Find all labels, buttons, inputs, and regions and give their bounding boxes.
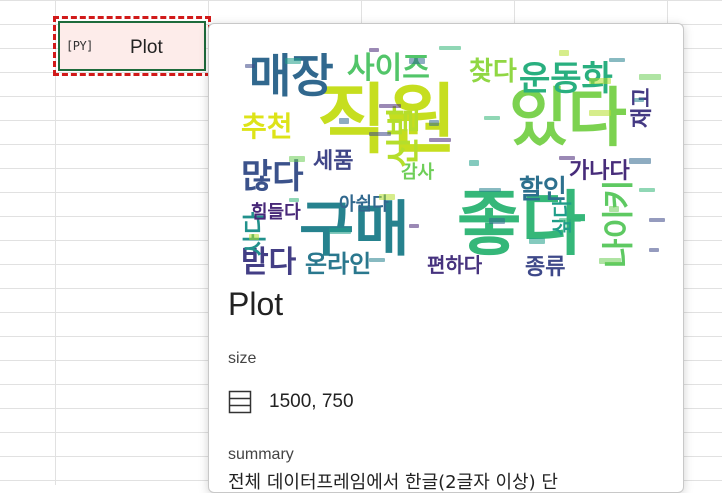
wordcloud-word: 신발: [384, 105, 424, 168]
wordcloud-small-word: [369, 48, 379, 52]
wordcloud-small-word: [289, 198, 299, 202]
wordcloud-small-word: [369, 132, 391, 136]
plot-preview-card: 직원 있다 좋다 구매 매장 사이즈 운동화 찾다 추천 많다 세품 할인 가나다 받다 온라인 종류 편하다 나…: [208, 23, 684, 493]
card-title: Plot: [228, 286, 284, 322]
wordcloud-small-word: [379, 104, 401, 108]
wordcloud-small-word: [559, 50, 569, 56]
wordcloud-small-word: [429, 138, 451, 142]
wordcloud-small-word: [559, 156, 575, 160]
wordcloud-word: 온라인: [305, 250, 371, 278]
python-plot-cell[interactable]: [PY] Plot: [58, 21, 206, 71]
wordcloud-small-word: [609, 58, 625, 62]
wordcloud-small-word: [409, 224, 419, 228]
selected-cell[interactable]: [PY] Plot: [53, 16, 211, 76]
wordcloud-small-word: [639, 188, 655, 192]
wordcloud-word: 싶다: [550, 199, 574, 236]
wordcloud-small-word: [634, 98, 644, 102]
wordcloud-small-word: [369, 258, 385, 262]
wordcloud-small-word: [469, 160, 479, 166]
python-icon: [PY]: [66, 39, 93, 53]
wordcloud-small-word: [609, 206, 619, 212]
wordcloud-small-word: [285, 58, 301, 64]
wordcloud-image: 직원 있다좋다구매매장 사이즈 운동화찾다추천많다 세품할인가나다받다 온라인 종류편하다 나…: [229, 28, 667, 282]
wordcloud-word: 찾다: [469, 57, 517, 87]
wordcloud-word: 나이키: [599, 180, 637, 268]
wordcloud-small-word: [249, 234, 259, 240]
wordcloud-word: 힘들다: [251, 202, 301, 223]
wordcloud-small-word: [589, 78, 611, 84]
wordcloud-small-word: [559, 218, 581, 222]
wordcloud-small-word: [479, 188, 501, 192]
wordcloud-word: 편하다: [427, 253, 483, 277]
size-label: size: [228, 350, 257, 367]
size-value: 1500, 750: [269, 391, 354, 412]
wordcloud-small-word: [289, 156, 305, 162]
wordcloud-small-word: [649, 248, 659, 252]
table-icon: [228, 390, 252, 414]
wordcloud-small-word: [649, 218, 665, 222]
wordcloud-small-word: [589, 110, 611, 116]
wordcloud-small-word: [439, 46, 461, 50]
wordcloud-small-word: [484, 116, 500, 120]
wordcloud-word: 재고: [630, 88, 655, 128]
wordcloud-small-word: [329, 228, 351, 234]
wordcloud-small-word: [639, 74, 661, 80]
wordcloud-small-word: [599, 258, 621, 264]
wordcloud-small-word: [429, 120, 439, 126]
wordcloud-word: 추천: [241, 110, 293, 143]
wordcloud-small-word: [409, 58, 425, 64]
cell-value: Plot: [130, 37, 163, 58]
wordcloud-word: 매장: [249, 49, 334, 103]
wordcloud-small-word: [529, 238, 545, 244]
summary-value: 전체 데이터프레임에서 한글(2글자 이상) 단: [228, 472, 558, 493]
wordcloud-small-word: [379, 194, 395, 200]
wordcloud-word: 사이즈: [347, 51, 430, 86]
wordcloud-word: 세품: [313, 149, 353, 174]
wordcloud-word: 종류: [525, 255, 565, 280]
wordcloud-small-word: [339, 118, 349, 124]
wordcloud-small-word: [629, 158, 651, 164]
wordcloud-small-word: [245, 64, 255, 68]
wordcloud-word: 많다: [241, 157, 304, 197]
summary-label: summary: [228, 446, 294, 463]
wordcloud-small-word: [489, 218, 505, 224]
